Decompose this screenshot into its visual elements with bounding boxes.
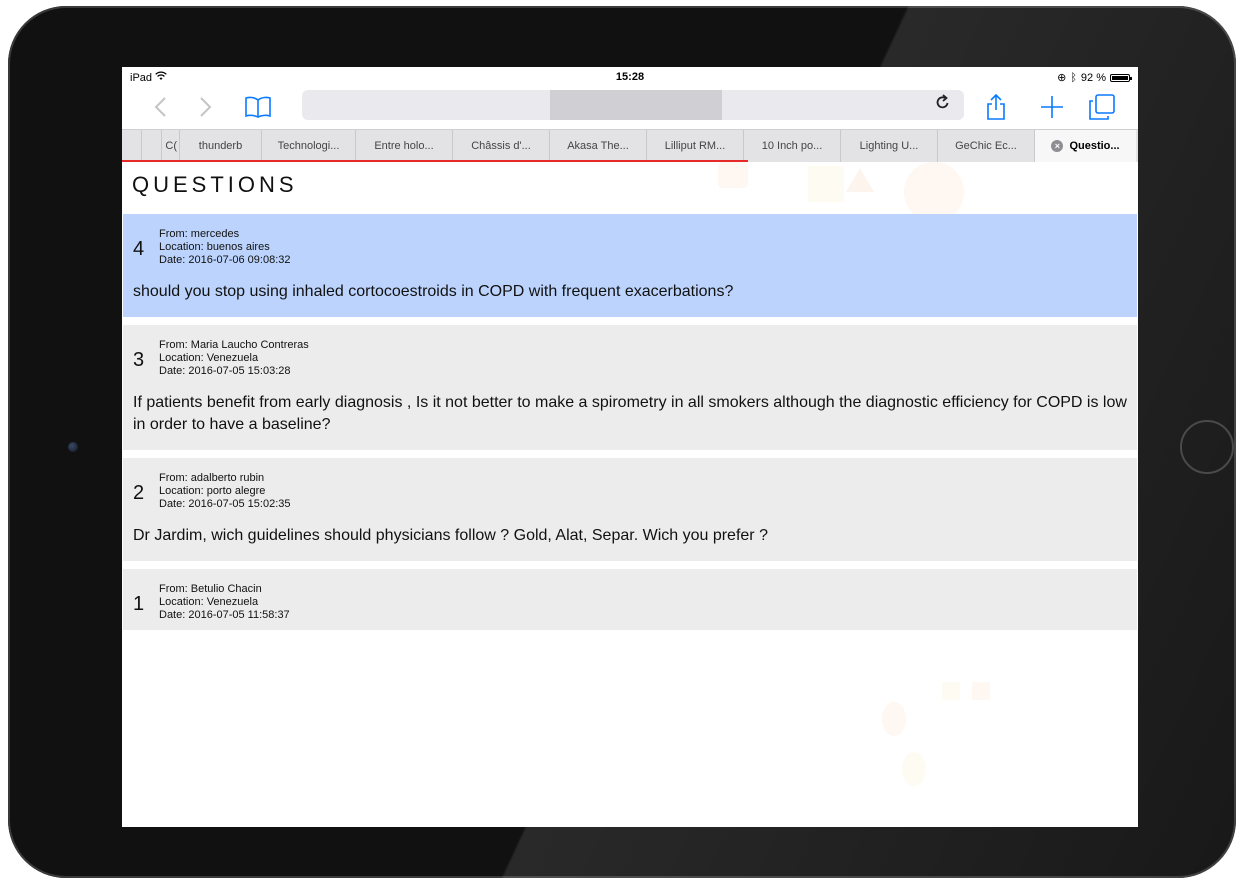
tab[interactable] <box>142 130 162 162</box>
question-date: Date: 2016-07-05 15:03:28 <box>159 365 291 377</box>
plus-icon <box>1041 96 1063 118</box>
close-tab-icon[interactable]: × <box>1051 140 1064 152</box>
question-card[interactable]: 4 From: mercedes Location: buenos aires … <box>123 214 1137 317</box>
question-from: From: Betulio Chacin <box>159 583 262 595</box>
share-icon <box>987 94 1005 120</box>
background-decoration <box>846 168 874 192</box>
safari-toolbar <box>122 87 1138 129</box>
tab[interactable] <box>122 130 142 162</box>
tab-label: 10 Inch po... <box>761 140 823 152</box>
back-button[interactable] <box>144 91 176 123</box>
question-number: 1 <box>133 593 145 615</box>
chevron-left-icon <box>154 97 166 117</box>
tab-label: C( <box>165 140 177 152</box>
question-meta: From: Betulio Chacin Location: Venezuela… <box>159 583 290 622</box>
tab-label: Châssis d'... <box>471 140 531 152</box>
rotation-lock-icon: ⊕ <box>1057 72 1067 84</box>
tab-gechic[interactable]: GeChic Ec... <box>938 130 1035 162</box>
tab-questions-active[interactable]: × Questio... <box>1035 130 1136 162</box>
status-time: 15:28 <box>615 71 645 83</box>
question-location: Location: Venezuela <box>159 596 259 608</box>
question-text: Dr Jardim, wich guidelines should physic… <box>133 527 768 544</box>
tab-chassis[interactable]: Châssis d'... <box>453 130 550 162</box>
tab-label: thunderb <box>198 140 243 152</box>
question-date: Date: 2016-07-06 09:08:32 <box>159 254 291 266</box>
question-location: Location: buenos aires <box>159 241 270 253</box>
question-number: 2 <box>133 482 145 504</box>
tab-lighting[interactable]: Lighting U... <box>841 130 938 162</box>
tab-lilliput[interactable]: Lilliput RM... <box>647 130 744 162</box>
background-decoration <box>882 702 906 736</box>
background-decoration <box>808 166 844 202</box>
background-decoration <box>904 162 964 222</box>
tab-label: Technologi... <box>277 140 340 152</box>
tab-label: Lilliput RM... <box>664 140 726 152</box>
battery-icon <box>1110 73 1132 82</box>
background-decoration <box>902 752 926 786</box>
question-card[interactable]: 3 From: Maria Laucho Contreras Location:… <box>123 325 1137 450</box>
bluetooth-icon: ᛒ <box>1070 71 1077 84</box>
reload-icon[interactable] <box>936 94 950 116</box>
chevron-right-icon <box>200 97 212 117</box>
question-location: Location: porto alegre <box>159 485 266 497</box>
question-date: Date: 2016-07-05 15:02:35 <box>159 498 291 510</box>
question-from: From: adalberto rubin <box>159 472 265 484</box>
battery-percent: 92 % <box>1080 71 1106 84</box>
question-date: Date: 2016-07-05 11:58:37 <box>159 609 290 621</box>
background-decoration <box>942 682 960 700</box>
tab-thunderbolt[interactable]: thunderb <box>180 130 262 162</box>
page-title: QUESTIONS <box>132 172 298 197</box>
background-decoration <box>972 682 990 700</box>
camera-icon <box>68 442 78 452</box>
question-text: should you stop using inhaled cortocoest… <box>133 283 734 300</box>
address-text-redacted <box>550 90 722 120</box>
screen: iPad 15:28 ⊕ ᛒ 92 % C(thunderb Technolo… <box>122 67 1138 827</box>
address-bar[interactable] <box>302 90 964 120</box>
home-button[interactable] <box>1180 420 1234 474</box>
background-decoration <box>718 162 748 188</box>
tabs-overview-button[interactable] <box>1086 91 1118 123</box>
tab-10-inch[interactable]: 10 Inch po... <box>744 130 841 162</box>
status-bar: iPad 15:28 ⊕ ᛒ 92 % <box>122 67 1138 87</box>
question-location: Location: Venezuela <box>159 352 259 364</box>
share-button[interactable] <box>980 91 1012 123</box>
forward-button[interactable] <box>190 91 222 123</box>
bookmarks-button[interactable] <box>242 91 274 123</box>
tab-entre-holo[interactable]: Entre holo... <box>356 130 453 162</box>
tab-label: Akasa The... <box>567 140 629 152</box>
question-text: If patients benefit from early diagnosis… <box>133 394 1127 433</box>
question-from: From: mercedes <box>159 228 240 240</box>
web-page: QUESTIONS 4 From: mercedes Location: bue… <box>122 162 1138 827</box>
tab-label: Lighting U... <box>859 140 919 152</box>
tab-technologi[interactable]: Technologi... <box>262 130 356 162</box>
question-meta: From: mercedes Location: buenos aires Da… <box>159 228 291 267</box>
new-tab-button[interactable] <box>1036 91 1068 123</box>
questions-list: 4 From: mercedes Location: buenos aires … <box>123 214 1137 638</box>
question-meta: From: adalberto rubin Location: porto al… <box>159 472 291 511</box>
question-number: 3 <box>133 349 145 371</box>
question-number: 4 <box>133 238 145 260</box>
question-meta: From: Maria Laucho Contreras Location: V… <box>159 339 309 378</box>
tab-label: Questio... <box>1069 140 1120 152</box>
tab-label: Entre holo... <box>374 140 434 152</box>
tab-label: GeChic Ec... <box>955 140 1017 152</box>
status-right: ⊕ ᛒ 92 % <box>1057 71 1132 84</box>
book-icon <box>245 96 271 118</box>
tab[interactable]: C( <box>162 130 180 162</box>
tab-strip: C( thunderb Technologi... Entre holo... … <box>122 129 1138 162</box>
question-from: From: Maria Laucho Contreras <box>159 339 309 351</box>
tab-akasa[interactable]: Akasa The... <box>550 130 647 162</box>
question-card[interactable]: 1 From: Betulio Chacin Location: Venezue… <box>123 569 1137 630</box>
tabs-icon <box>1089 94 1115 120</box>
question-card[interactable]: 2 From: adalberto rubin Location: porto … <box>123 458 1137 561</box>
